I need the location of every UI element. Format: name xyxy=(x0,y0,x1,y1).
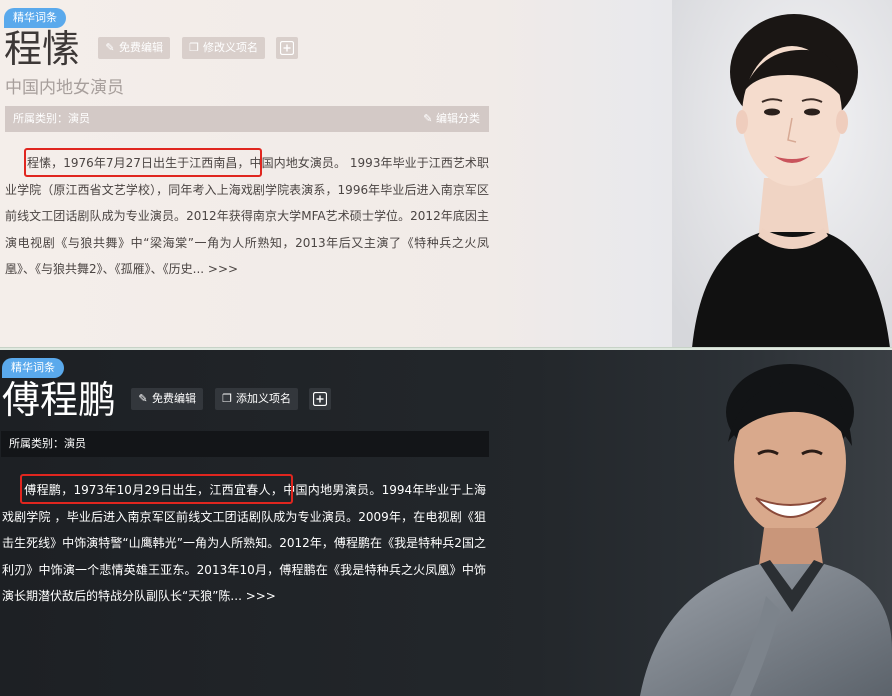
category-label: 所属类别：演员 xyxy=(9,437,86,450)
add-button[interactable] xyxy=(276,37,298,59)
entry-card-fu-cheng-peng: 精华词条 傅程鹏 ✎ 免费编辑 ❐ 添加义项名 所属类别：演员 傅程鹏，1973年1… xyxy=(0,350,892,696)
category-bar: 所属类别：演员 xyxy=(1,431,489,457)
entry-card-cheng-su: 精华词条 程愫 ✎ 免费编辑 ❐ 修改义项名 中国内地女演员 所属类别：演员 ✎ 编… xyxy=(0,0,892,348)
pencil-icon: ✎ xyxy=(138,392,148,405)
free-edit-button[interactable]: ✎ 免费编辑 xyxy=(131,388,203,410)
add-sense-name-label: 添加义项名 xyxy=(236,392,291,405)
pencil-icon: ✎ xyxy=(423,112,436,125)
free-edit-label: 免费编辑 xyxy=(152,392,196,405)
free-edit-button[interactable]: ✎ 免费编辑 xyxy=(98,37,170,59)
entry-title: 程愫 xyxy=(4,27,81,71)
category-bar: 所属类别：演员 ✎ 编辑分类 xyxy=(5,106,489,132)
category-label: 所属类别：演员 xyxy=(13,112,90,125)
copy-icon: ❐ xyxy=(222,392,232,405)
red-highlight-box xyxy=(20,474,293,504)
featured-entry-badge: 精华词条 xyxy=(4,8,66,28)
copy-icon: ❐ xyxy=(189,41,199,54)
add-button[interactable] xyxy=(309,388,331,410)
pencil-icon: ✎ xyxy=(105,41,115,54)
entry-title: 傅程鹏 xyxy=(2,378,117,422)
portrait-image xyxy=(672,0,892,348)
featured-entry-badge: 精华词条 xyxy=(2,358,64,378)
plus-icon xyxy=(280,41,294,55)
edit-category-link[interactable]: ✎ 编辑分类 xyxy=(423,106,480,132)
free-edit-label: 免费编辑 xyxy=(119,41,163,54)
entry-subtitle: 中国内地女演员 xyxy=(5,78,124,98)
add-sense-name-button[interactable]: ❐ 添加义项名 xyxy=(215,388,298,410)
modify-sense-name-button[interactable]: ❐ 修改义项名 xyxy=(182,37,265,59)
modify-sense-name-label: 修改义项名 xyxy=(203,41,258,54)
red-highlight-box xyxy=(24,148,262,177)
plus-icon xyxy=(313,392,327,406)
edit-category-label: 编辑分类 xyxy=(436,112,480,125)
portrait-image xyxy=(640,364,892,696)
